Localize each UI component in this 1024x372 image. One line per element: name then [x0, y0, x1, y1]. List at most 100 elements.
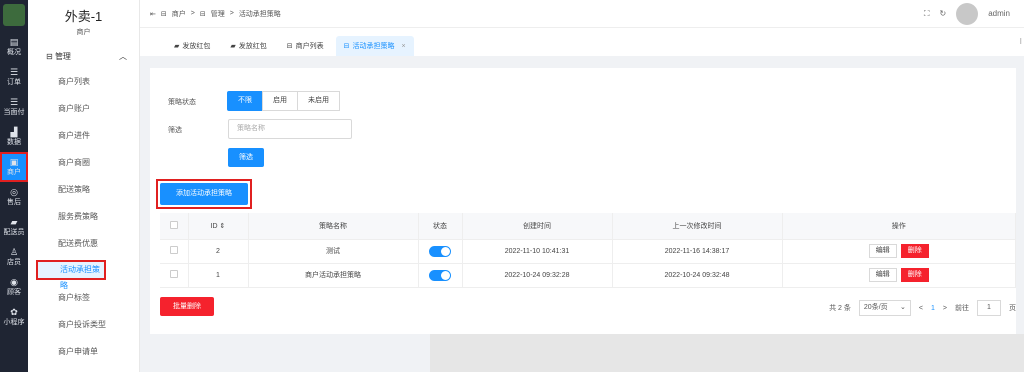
content-card: 策略状态 不限 启用 未启用 筛选 策略名称 筛选 添加活动承担策略 ID ⇕ 策略… — [150, 68, 1016, 334]
filter-button[interactable]: 筛选 — [228, 148, 264, 167]
rail-item-label: 售后 — [7, 199, 21, 206]
delete-button[interactable]: 删除 — [900, 268, 929, 282]
courier-icon: ▰ — [10, 217, 18, 227]
prev-page-icon[interactable]: < — [919, 305, 923, 312]
rail-item-label: 概况 — [7, 49, 21, 56]
tab[interactable]: ⊟ 活动承担策略 × — [335, 36, 414, 56]
page-size-select[interactable]: 20条/页 ⌄ — [858, 300, 911, 316]
delete-button[interactable]: 删除 — [900, 244, 929, 258]
subnav-item[interactable]: 商户投诉类型 — [28, 311, 139, 338]
subnav-item[interactable]: 商户列表 — [28, 68, 139, 95]
top-actions: ⛶ ↻ admin — [924, 2, 1010, 25]
store-icon: ⊟ — [160, 10, 167, 18]
subnav-item[interactable]: 配送策略 — [28, 176, 139, 203]
rail-item[interactable]: ▣ 商户 — [0, 152, 28, 182]
subnav-item[interactable]: 商户账户 — [28, 95, 139, 122]
breadcrumb-item[interactable]: 管理 — [211, 9, 225, 19]
row-id: 1 — [188, 263, 249, 288]
tab-label: 发放红包 — [238, 43, 267, 50]
nav-group-manage[interactable]: ⊟ 管理 ︿ — [46, 51, 127, 62]
tab[interactable]: ⊟ 商户列表 — [279, 36, 332, 56]
status-toggle[interactable] — [429, 245, 451, 257]
next-page-icon[interactable]: > — [943, 305, 947, 312]
blurred-region — [430, 334, 1024, 372]
table-header-row: ID ⇕ 策略名称 状态 创建时间 上一次修改时间 操作 — [160, 213, 1016, 240]
row-select-cell — [160, 263, 189, 288]
row-status-cell — [418, 239, 463, 264]
total-count: 共 2 条 — [829, 305, 851, 312]
subnav-item[interactable]: 活动承担策略 — [36, 260, 106, 290]
tab[interactable]: ▰ 发放红包 — [166, 36, 218, 56]
subnav-item[interactable]: 商户进件 — [28, 122, 139, 149]
goto-page-input[interactable]: 1 — [977, 300, 1001, 316]
row-name: 测试 — [248, 239, 419, 264]
row-actions: 编辑 删除 — [782, 263, 1016, 288]
add-strategy-button[interactable]: 添加活动承担策略 — [160, 183, 248, 205]
status-option[interactable]: 未启用 — [297, 91, 340, 111]
bulk-delete-button[interactable]: 批量删除 — [160, 297, 214, 316]
table-row: 1 商户活动承担策略 2022-10-24 09:32:28 2022-10-2… — [160, 263, 1016, 288]
brand-subtitle: 商户 — [76, 29, 91, 36]
collapse-menu-icon[interactable]: ⇤ — [150, 10, 156, 18]
chevron-up-icon: ︿ — [119, 52, 127, 61]
subnav-item[interactable]: 商户商圈 — [28, 149, 139, 176]
pagination: 共 2 条 20条/页 ⌄ < 1 > 前往 1 页 — [829, 300, 1016, 316]
rail-item[interactable]: ♙ 店员 — [0, 242, 28, 272]
rail-item[interactable]: ▟ 数据 — [0, 122, 28, 152]
breadcrumb-current: 活动承担策略 — [238, 10, 281, 18]
tab-label: 商户列表 — [295, 43, 324, 50]
current-page[interactable]: 1 — [931, 305, 935, 312]
store-icon: ⊟ — [286, 43, 293, 50]
breadcrumb-item[interactable]: 商户 — [172, 9, 186, 19]
rail-item[interactable]: ▰ 配送员 — [0, 212, 28, 242]
subnav-item[interactable]: 配送费优惠 — [28, 230, 139, 257]
rail-item-label: 小程序 — [3, 319, 25, 326]
row-select-cell — [160, 239, 189, 264]
brand-title: 外卖-1 — [64, 9, 103, 24]
subnav-item[interactable]: 服务费策略 — [28, 203, 139, 230]
edit-button[interactable]: 编辑 — [868, 268, 897, 282]
rail-item[interactable]: ◎ 售后 — [0, 182, 28, 212]
list-icon: ☰ — [9, 67, 19, 77]
fullscreen-icon[interactable]: ⛶ — [924, 9, 930, 19]
tab[interactable]: ▰ 发放红包 — [222, 36, 274, 56]
rail-item[interactable]: ☰ 订单 — [0, 62, 28, 92]
edit-button[interactable]: 编辑 — [868, 244, 897, 258]
select-all-checkbox[interactable] — [169, 220, 178, 229]
sort-icon[interactable]: ⇕ — [220, 223, 226, 230]
rail-item-label: 订单 — [7, 79, 21, 86]
rail-item[interactable]: ✿ 小程序 — [0, 302, 28, 332]
rail-item[interactable]: ☰ 当面付 — [0, 92, 28, 122]
status-toggle[interactable] — [429, 269, 451, 281]
breadcrumb-separator: > — [229, 10, 234, 17]
add-button-highlight: 添加活动承担策略 — [156, 179, 252, 209]
table-row: 2 测试 2022-11-10 10:41:31 2022-11-16 14:3… — [160, 239, 1016, 264]
page-unit-label: 页 — [1009, 305, 1016, 312]
tab-label: 发放红包 — [182, 43, 211, 50]
rail-item-label: 当面付 — [3, 109, 25, 116]
user-name[interactable]: admin — [988, 9, 1010, 18]
tab-label: 活动承担策略 — [352, 43, 395, 50]
col-id[interactable]: ID ⇕ — [188, 213, 249, 240]
status-filter: 不限 启用 未启用 — [227, 91, 340, 111]
refresh-icon[interactable]: ↻ — [940, 9, 947, 18]
rail-item[interactable]: ▤ 概况 — [0, 32, 28, 62]
bar-chart-icon: ▟ — [10, 127, 18, 137]
row-checkbox[interactable] — [169, 246, 178, 254]
top-bar: ⇤ ⊟ 商户 > ⊟ 管理 > 活动承担策略 ⛶ ↻ admin — [140, 0, 1024, 28]
strategy-name-input[interactable]: 策略名称 — [228, 119, 352, 139]
row-checkbox[interactable] — [169, 270, 178, 278]
subnav-item[interactable]: 商户标签 — [28, 284, 139, 311]
select-all-cell — [160, 213, 189, 240]
secondary-nav: 外卖-1 商户 ⊟ 管理 ︿ 商户列表 商户账户 商户进件 商户商圈 配送策略 服务费策略… — [28, 0, 140, 372]
status-filter-label: 策略状态 — [168, 99, 196, 106]
user-avatar[interactable] — [956, 2, 979, 25]
status-option[interactable]: 启用 — [262, 91, 298, 111]
subnav-item[interactable]: 商户申请单 — [28, 338, 139, 365]
more-icon[interactable]: ⁝ — [1019, 37, 1022, 46]
status-option[interactable]: 不限 — [227, 91, 263, 111]
rail-item[interactable]: ◉ 顾客 — [0, 272, 28, 302]
col-name: 策略名称 — [248, 213, 419, 240]
wallet-icon: ▰ — [174, 43, 180, 50]
close-icon[interactable]: × — [402, 43, 406, 50]
